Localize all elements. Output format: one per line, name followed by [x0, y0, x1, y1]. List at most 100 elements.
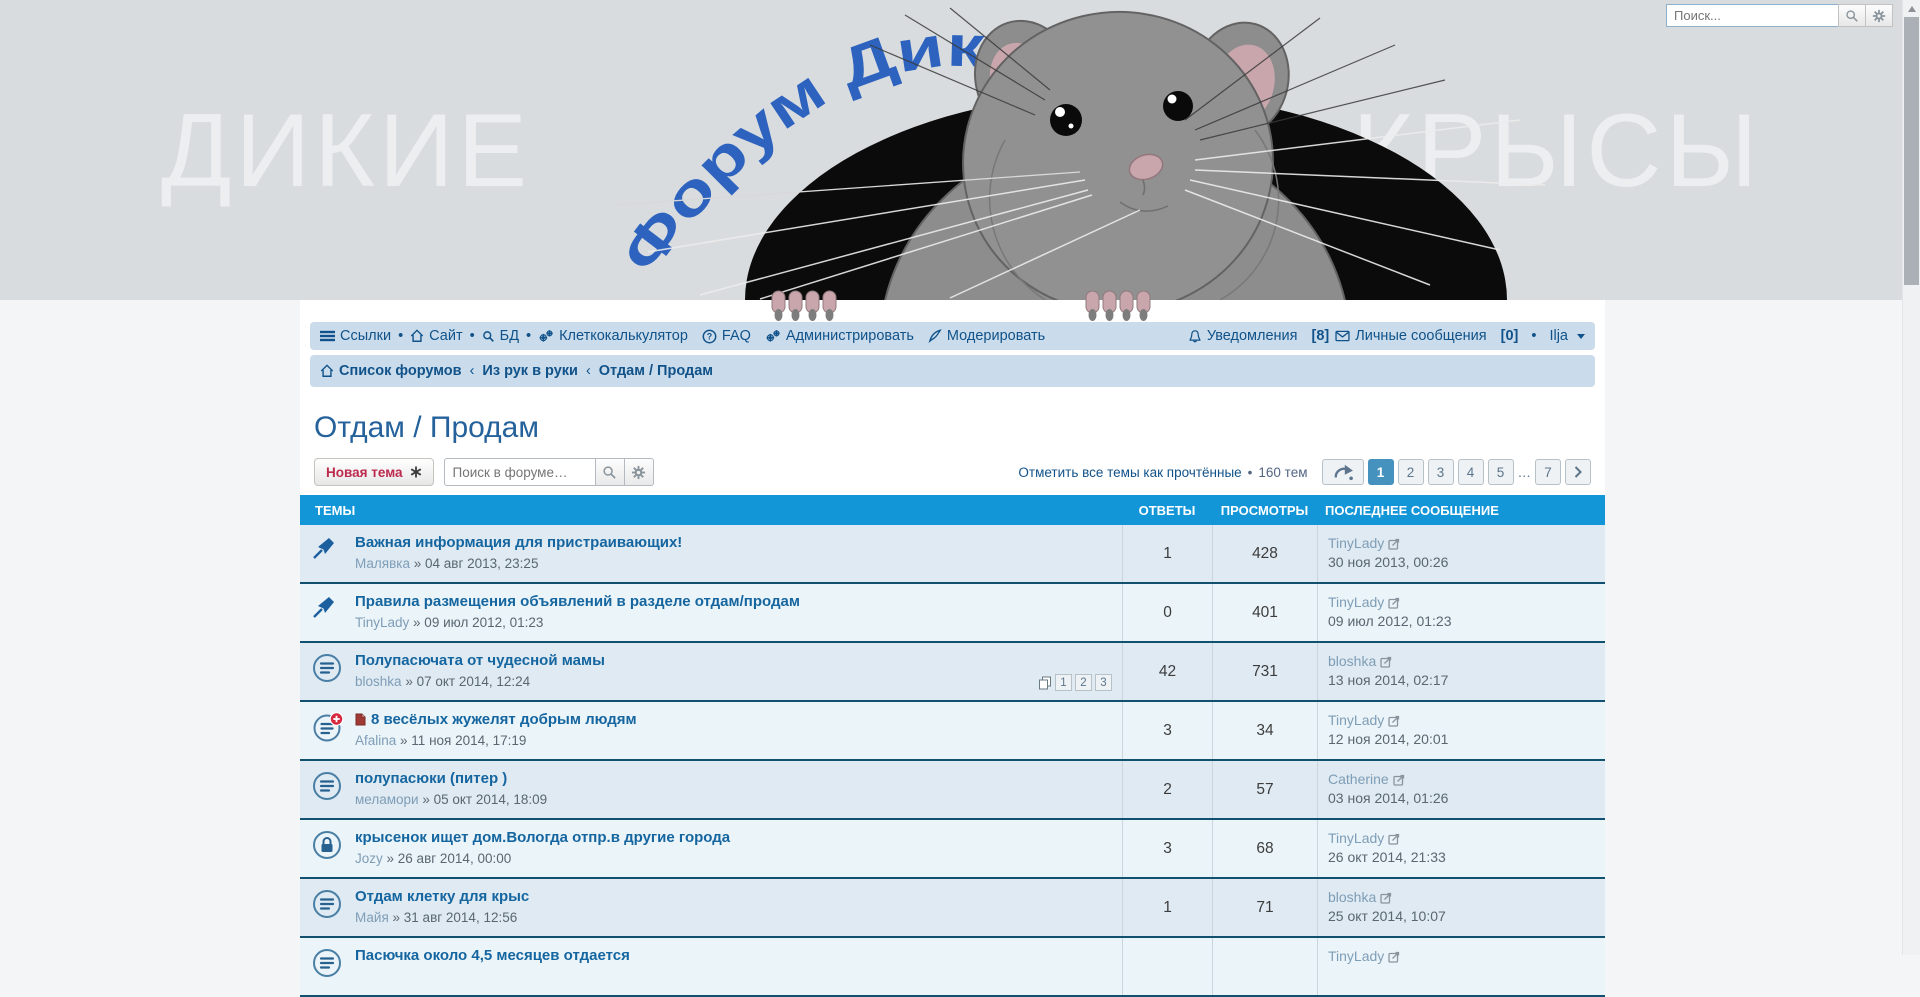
forum-search-input[interactable] [444, 458, 596, 486]
topic-author-link[interactable]: TinyLady [355, 615, 409, 630]
global-search-button[interactable] [1838, 4, 1866, 27]
last-post-author-link[interactable]: bloshka [1328, 889, 1376, 905]
next-page-button[interactable] [1565, 459, 1591, 485]
forum-search-options-button[interactable] [624, 458, 654, 486]
goto-last-post-icon[interactable] [1388, 594, 1401, 610]
envelope-icon [1335, 330, 1350, 342]
topic-title-link[interactable]: полупасюки (питер ) [355, 769, 547, 788]
new-topic-button[interactable]: Новая тема [314, 458, 434, 486]
breadcrumb-board-index[interactable]: Список форумов [320, 363, 462, 379]
table-row: 8 весёлых жужелят добрым людям Afalina »… [300, 702, 1605, 761]
topic-title-link[interactable]: крысенок ищет дом.Вологда отпр.в другие … [355, 828, 730, 847]
topic-meta: Jozy » 26 авг 2014, 00:00 [355, 851, 730, 866]
breadcrumb-parent-forum[interactable]: Из рук в руки [482, 363, 578, 379]
page-scrollbar[interactable] [1902, 0, 1920, 955]
page-number-current[interactable]: 1 [1368, 459, 1394, 485]
last-post-author-link[interactable]: TinyLady [1328, 712, 1384, 728]
last-post-author-link[interactable]: TinyLady [1328, 535, 1384, 551]
mark-topics-read-link[interactable]: Отметить все темы как прочтённые [1018, 465, 1241, 480]
page-number[interactable]: 2 [1398, 459, 1424, 485]
column-header-views: ПРОСМОТРЫ [1212, 503, 1317, 518]
search-icon [482, 330, 495, 343]
nav-moderate[interactable]: Модерировать [928, 328, 1045, 344]
last-post-author-link[interactable]: Catherine [1328, 771, 1389, 787]
last-post-author-link[interactable]: TinyLady [1328, 594, 1384, 610]
last-post-author-link[interactable]: TinyLady [1328, 948, 1384, 964]
goto-last-post-icon[interactable] [1388, 830, 1401, 846]
topic-author-link[interactable]: bloshka [355, 674, 402, 689]
replies-count: 3 [1122, 702, 1212, 759]
page-number-last[interactable]: 7 [1535, 459, 1561, 485]
topic-author-link[interactable]: Малявка [355, 556, 410, 571]
topic-pagination: 1 2 3 [1038, 674, 1112, 691]
global-search-options-button[interactable] [1865, 4, 1893, 27]
goto-last-post-icon[interactable] [1393, 771, 1406, 787]
topic-author-link[interactable]: Afalina [355, 733, 396, 748]
last-post-date: 30 ноя 2013, 00:26 [1328, 554, 1448, 570]
topic-page-link[interactable]: 2 [1075, 674, 1092, 691]
scroll-up-arrow-icon[interactable] [1903, 0, 1920, 17]
nav-faq[interactable]: ?FAQ [702, 328, 751, 344]
home-icon [320, 364, 334, 378]
replies-count: 1 [1122, 525, 1212, 582]
breadcrumb-current-forum[interactable]: Отдам / Продам [599, 363, 713, 379]
nav-separator: • [398, 328, 403, 344]
topic-list-header: ТЕМЫ ОТВЕТЫ ПРОСМОТРЫ ПОСЛЕДНЕЕ СООБЩЕНИ… [300, 495, 1605, 525]
replies-count: 2 [1122, 761, 1212, 818]
sticky-pin-icon [312, 594, 340, 620]
last-post-date: 09 июл 2012, 01:23 [1328, 613, 1452, 629]
nav-administer[interactable]: Администрировать [765, 328, 914, 344]
nav-links[interactable]: Ссылки [320, 328, 391, 344]
views-count: 57 [1212, 761, 1317, 818]
nav-private-messages[interactable]: Личные сообщения [0] [1335, 328, 1518, 344]
last-post-author-link[interactable]: TinyLady [1328, 830, 1384, 846]
topic-title-link[interactable]: 8 весёлых жужелят добрым людям [355, 710, 637, 729]
page-jump-button[interactable] [1322, 459, 1364, 485]
gears-icon [538, 329, 554, 343]
page-number[interactable]: 4 [1458, 459, 1484, 485]
forum-search-button[interactable] [595, 458, 625, 486]
global-search [1666, 4, 1893, 27]
page-number[interactable]: 5 [1488, 459, 1514, 485]
new-posts-flag-icon [355, 713, 366, 726]
nav-cage-calculator[interactable]: Клеткокалькулятор [538, 328, 688, 344]
goto-last-post-icon[interactable] [1388, 535, 1401, 551]
user-menu[interactable]: Ilja [1549, 328, 1585, 344]
topic-title-link[interactable]: Отдам клетку для крыс [355, 887, 529, 906]
topic-unread-icon [312, 712, 344, 742]
last-post-author-link[interactable]: bloshka [1328, 653, 1376, 669]
scrollbar-thumb[interactable] [1904, 17, 1919, 285]
goto-last-post-icon[interactable] [1388, 948, 1401, 964]
topic-author-link[interactable]: Jozy [355, 851, 383, 866]
breadcrumb-separator: ‹ [470, 363, 475, 379]
column-header-last-post: ПОСЛЕДНЕЕ СООБЩЕНИЕ [1317, 503, 1605, 518]
topic-author-link[interactable]: меламори [355, 792, 419, 807]
views-count: 68 [1212, 820, 1317, 877]
topic-page-link[interactable]: 3 [1095, 674, 1112, 691]
global-search-input[interactable] [1666, 4, 1839, 27]
replies-count: 1 [1122, 879, 1212, 936]
topic-icon [312, 948, 342, 978]
page-number[interactable]: 3 [1428, 459, 1454, 485]
views-count: 731 [1212, 643, 1317, 700]
site-header [0, 0, 1920, 300]
nav-notifications[interactable]: Уведомления [8] [1188, 328, 1329, 344]
topic-title-link[interactable]: Пасючка около 4,5 месяцев отдается [355, 946, 630, 965]
topic-author-link[interactable]: Майя [355, 910, 389, 925]
chevron-right-icon [1574, 466, 1582, 478]
nav-site[interactable]: Сайт [410, 328, 462, 344]
nav-db[interactable]: БД [482, 328, 519, 344]
notifications-count: [8] [1312, 328, 1330, 344]
goto-last-post-icon[interactable] [1380, 889, 1393, 905]
topic-title-link[interactable]: Полупасючата от чудесной мамы [355, 651, 605, 670]
topic-title-link[interactable]: Правила размещения объявлений в разделе … [355, 592, 800, 611]
forum-search [444, 458, 654, 486]
goto-last-post-icon[interactable] [1388, 712, 1401, 728]
last-post-date: 25 окт 2014, 10:07 [1328, 908, 1446, 924]
topic-page-link[interactable]: 1 [1055, 674, 1072, 691]
views-count [1212, 938, 1317, 995]
column-header-replies: ОТВЕТЫ [1122, 503, 1212, 518]
goto-last-post-icon[interactable] [1380, 653, 1393, 669]
topic-title-link[interactable]: Важная информация для пристраивающих! [355, 533, 682, 552]
topic-meta: bloshka » 07 окт 2014, 12:24 [355, 674, 605, 689]
